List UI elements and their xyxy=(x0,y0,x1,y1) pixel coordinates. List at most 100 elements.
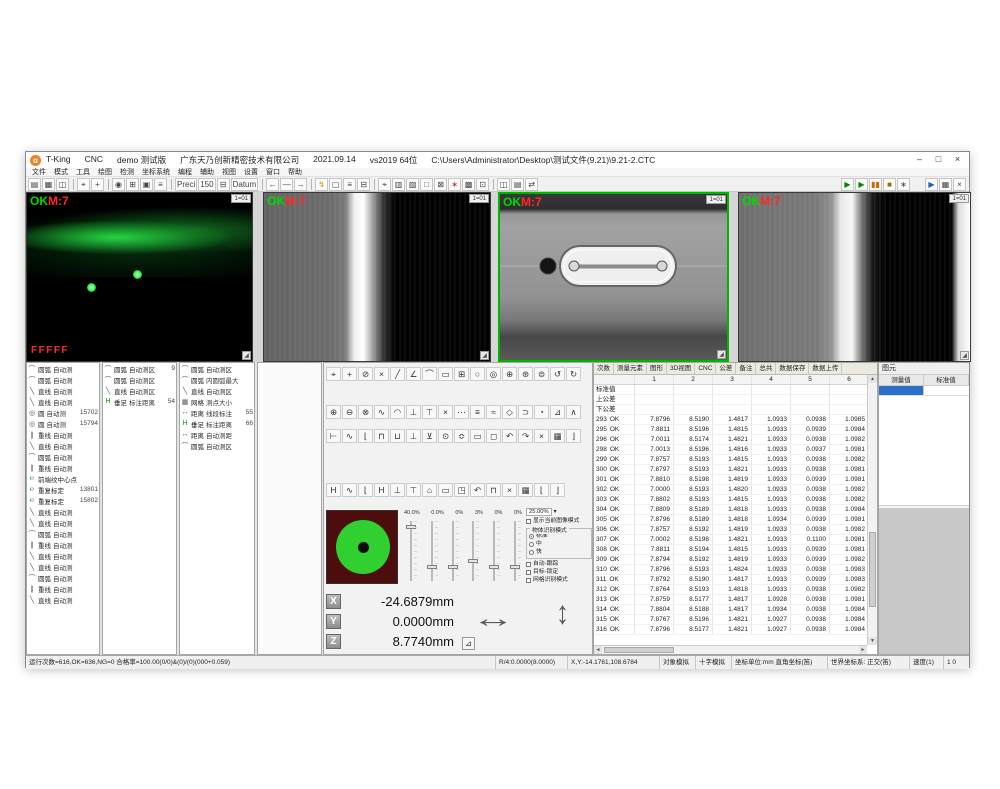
toolbox-icon[interactable]: ≎ xyxy=(454,429,469,443)
preci-button[interactable]: Preci xyxy=(175,178,197,191)
open-file-icon[interactable]: ▦ xyxy=(42,178,55,191)
light-slider[interactable] xyxy=(425,519,439,583)
slider-thumb[interactable] xyxy=(448,565,458,569)
table-row[interactable]: 298OK7.00138.51961.48161.09330.09371.098… xyxy=(594,445,867,455)
crosshair-icon[interactable]: ⌖ xyxy=(378,178,391,191)
list-item[interactable]: ℮前端纹中心点 xyxy=(27,473,99,484)
toolbox-icon[interactable]: ⊜ xyxy=(534,367,549,381)
table-row[interactable]: 296OK7.00118.51741.48211.09330.09381.098… xyxy=(594,435,867,445)
settings-icon[interactable]: ∗ xyxy=(897,178,910,191)
pattern3-icon[interactable]: ▩ xyxy=(462,178,475,191)
radio-option[interactable]: 标准 xyxy=(529,533,589,540)
camera-view-4[interactable]: OKM:7 1=01 ◢ xyxy=(738,192,971,362)
table-header-tab[interactable]: 次数 xyxy=(594,363,614,374)
swap-icon[interactable]: ⇄ xyxy=(525,178,538,191)
value-150-button[interactable]: 150 xyxy=(198,178,215,191)
toolbox-icon[interactable]: ⊕ xyxy=(502,367,517,381)
menu-item[interactable]: 检测 xyxy=(116,168,138,177)
table-row[interactable]: 308OK7.88118.51941.48151.09330.09391.098… xyxy=(594,545,867,555)
save-file-icon[interactable]: ◫ xyxy=(56,178,69,191)
toolbox-icon[interactable]: ▦ xyxy=(550,429,565,443)
toolbox-icon[interactable]: ⊛ xyxy=(518,367,533,381)
toolbox-icon[interactable]: ⊃ xyxy=(518,405,533,419)
toolbox-icon[interactable]: ⊓ xyxy=(374,429,389,443)
list-item[interactable]: ⌒圆弧自动测区 xyxy=(180,440,254,451)
table-row[interactable]: 304OK7.88098.51891.48181.09330.09381.098… xyxy=(594,505,867,515)
toolbox-icon[interactable]: ⊥ xyxy=(390,483,405,497)
list-item[interactable]: ⌒圆弧内圆弧最大 xyxy=(180,374,254,385)
menu-item[interactable]: 模式 xyxy=(50,168,72,177)
toolbox-icon[interactable]: ▭ xyxy=(438,367,453,381)
list-item[interactable]: ╲直线自动测 xyxy=(27,506,99,517)
toolbox-icon[interactable]: ∠ xyxy=(406,367,421,381)
maximize-button[interactable]: □ xyxy=(929,153,948,167)
record-icon[interactable]: ◉ xyxy=(112,178,125,191)
table-header-tab[interactable]: CNC xyxy=(695,363,716,374)
table-header-tab[interactable]: 公差 xyxy=(716,363,736,374)
menu-item[interactable]: 辅助 xyxy=(196,168,218,177)
toolbox-icon[interactable]: ⊤ xyxy=(406,483,421,497)
list-item[interactable]: ↔距离线段标注55 xyxy=(180,407,254,418)
menu-item[interactable]: 绘图 xyxy=(94,168,116,177)
angle-tool-button[interactable]: ⊿ xyxy=(462,637,475,650)
camera-resize-grip[interactable]: ◢ xyxy=(717,350,726,359)
list-item[interactable]: ⌒圆弧自动测 xyxy=(27,451,99,462)
toolbox-icon[interactable]: ⌒ xyxy=(422,367,437,381)
toolbox-icon[interactable]: ⌖ xyxy=(326,367,341,381)
toolbox-icon[interactable]: ⊥ xyxy=(406,429,421,443)
dot-box-icon[interactable]: ⊡ xyxy=(476,178,489,191)
table-header-tab[interactable]: 图形 xyxy=(647,363,667,374)
list-icon[interactable]: ≡ xyxy=(154,178,167,191)
light-slider[interactable] xyxy=(508,519,522,583)
table-row[interactable]: 307OK7.00028.51981.48211.09330.11001.098… xyxy=(594,535,867,545)
list-item[interactable]: ╲直线自动测 xyxy=(27,385,99,396)
list-item[interactable]: H垂足标注距离54 xyxy=(103,396,176,407)
run-blue-icon[interactable]: ▶ xyxy=(925,178,938,191)
capture-icon[interactable]: ▣ xyxy=(140,178,153,191)
toolbox-icon[interactable]: ⌂ xyxy=(422,483,437,497)
add-window-icon[interactable]: ⊞ xyxy=(126,178,139,191)
list-item[interactable]: ∥重线自动测 xyxy=(27,429,99,440)
table-header-tab[interactable]: 测量元素 xyxy=(614,363,647,374)
minimize-button[interactable]: – xyxy=(910,153,929,167)
jog-horizontal-icon[interactable]: ↔ xyxy=(471,605,515,631)
toolbox-icon[interactable]: ⌋ xyxy=(566,429,581,443)
menu-item[interactable]: 坐标系统 xyxy=(138,168,174,177)
scroll-thumb[interactable] xyxy=(604,647,674,653)
toolbox-icon[interactable]: ⌊ xyxy=(534,483,549,497)
scroll-right-icon[interactable]: ► xyxy=(859,646,867,654)
table-row[interactable]: 314OK7.88048.51881.48171.09340.09381.098… xyxy=(594,605,867,615)
toolbox-icon[interactable]: ⊕ xyxy=(326,405,341,419)
vertical-scrollbar[interactable]: ▲ ▼ xyxy=(867,375,877,645)
table-row[interactable]: 302OK7.00008.51931.48201.09330.09381.098… xyxy=(594,485,867,495)
toolbox-icon[interactable]: ◠ xyxy=(390,405,405,419)
toolbox-icon[interactable]: ⊥ xyxy=(406,405,421,419)
toolbox-icon[interactable]: ⊔ xyxy=(390,429,405,443)
list-item[interactable]: ╲直线自动测 xyxy=(27,396,99,407)
toolbox-icon[interactable]: × xyxy=(502,483,517,497)
toolbox-icon[interactable]: ⌊ xyxy=(358,429,373,443)
table-row[interactable]: 标准值 xyxy=(594,385,867,395)
table-row[interactable]: 下公差 xyxy=(594,405,867,415)
grid-view-icon[interactable]: ▦ xyxy=(939,178,952,191)
checkbox-option[interactable]: 网格识别模式 xyxy=(526,577,592,584)
camera-view-1[interactable]: OKM:7 1=01 FFFFF ◢ xyxy=(26,192,253,362)
close-box-icon[interactable]: ⊠ xyxy=(434,178,447,191)
scroll-left-icon[interactable]: ◄ xyxy=(594,646,602,654)
horizontal-scrollbar[interactable]: ◄ ► xyxy=(594,645,867,654)
list-item[interactable]: ▦网格测点大小 xyxy=(180,396,254,407)
camera-zoom-chip[interactable]: 1=01 xyxy=(231,194,251,203)
list-item[interactable]: ◎圆自动测15702 xyxy=(27,407,99,418)
list-item[interactable]: ℮重复标定15802 xyxy=(27,495,99,506)
rect-tool-icon[interactable]: ▢ xyxy=(329,178,342,191)
checkbox-option[interactable]: 目标-锁定 xyxy=(526,569,592,576)
list-item[interactable]: ╲直线自动测 xyxy=(27,550,99,561)
toolbox-icon[interactable]: ≡ xyxy=(470,405,485,419)
list-item[interactable]: ⌒圆弧自动测 xyxy=(27,528,99,539)
close-view-icon[interactable]: × xyxy=(953,178,966,191)
toolbox-icon[interactable]: ◇ xyxy=(502,405,517,419)
list-item[interactable]: ◎圆自动测15794 xyxy=(27,418,99,429)
toolbox-icon[interactable]: ⋯ xyxy=(454,405,469,419)
table-row[interactable]: 313OK7.87598.51771.48171.09280.09381.098… xyxy=(594,595,867,605)
toolbox-icon[interactable]: ⌊ xyxy=(358,483,373,497)
